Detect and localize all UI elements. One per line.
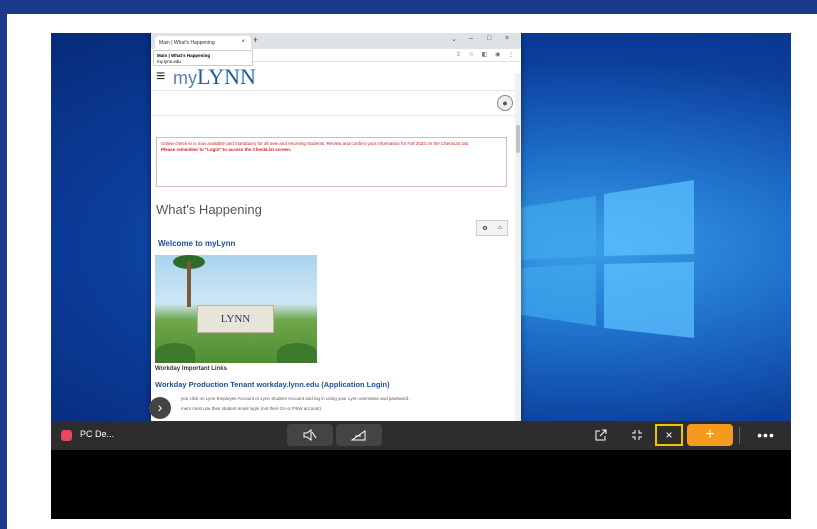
session-color-icon xyxy=(61,430,72,441)
left-accent-bar xyxy=(0,14,7,529)
user-avatar-icon[interactable]: ● xyxy=(497,95,513,111)
site-logo[interactable]: myLYNN xyxy=(173,64,256,90)
brand-my: my xyxy=(173,68,197,88)
session-title[interactable]: PC De... xyxy=(80,429,114,439)
shrink-icon xyxy=(632,430,642,440)
shrub-right xyxy=(277,343,317,363)
more-options-button[interactable]: ••• xyxy=(753,424,779,446)
popout-icon xyxy=(595,429,607,441)
new-tab-icon[interactable]: + xyxy=(253,35,258,45)
page-scrollbar[interactable] xyxy=(515,73,521,421)
exit-fullscreen-button[interactable] xyxy=(625,424,649,446)
settings-icon[interactable]: ⚙ xyxy=(482,225,487,232)
remote-desktop-viewer[interactable]: Main | What's Happening × + ⌄ – □ × Main… xyxy=(51,33,791,519)
workday-text-1: you click on Lynn Employee Account or Ly… xyxy=(181,396,410,401)
scrollbar-thumb[interactable] xyxy=(516,125,520,153)
section-title: What's Happening xyxy=(156,202,262,217)
tab-tooltip: Main | What's Happening my.lynn.edu xyxy=(153,50,253,66)
workday-text-2: mers must use their student email login … xyxy=(181,406,323,411)
user-row: ● xyxy=(151,91,521,116)
portlet-controls: ⚙ ⌂ xyxy=(476,220,508,236)
windows-logo xyxy=(516,180,694,338)
tab-close-icon[interactable]: × xyxy=(241,39,245,45)
session-toolbar: PC De... × + ••• xyxy=(51,421,791,450)
welcome-heading: Welcome to myLynn xyxy=(158,239,236,248)
workday-links-heading: Workday Important Links xyxy=(155,366,227,372)
site-header: ≡ myLYNN xyxy=(151,62,521,91)
shrub-left xyxy=(155,343,195,363)
campus-sign: LYNN xyxy=(197,305,274,333)
volume-icon xyxy=(351,430,366,441)
mute-button[interactable] xyxy=(287,424,333,446)
tab-strip: Main | What's Happening × + ⌄ – □ × xyxy=(151,33,521,49)
add-button[interactable]: + xyxy=(687,424,733,446)
popout-button[interactable] xyxy=(589,424,613,446)
tooltip-url: my.lynn.edu xyxy=(157,59,181,64)
speaker-muted-icon xyxy=(303,429,317,441)
top-accent-bar xyxy=(0,0,817,14)
minimize-icon[interactable]: – xyxy=(469,35,473,42)
brand-name: LYNN xyxy=(197,64,256,89)
workday-production-link[interactable]: Workday Production Tenant workday.lynn.e… xyxy=(155,380,390,389)
checkin-alert: Online check-in is now available and man… xyxy=(156,137,507,187)
campus-photo: LYNN xyxy=(155,255,317,363)
tab-search-icon[interactable]: ⌄ xyxy=(451,35,457,43)
next-arrow-icon[interactable]: › xyxy=(149,397,171,419)
home-icon[interactable]: ⌂ xyxy=(498,225,502,231)
browser-window[interactable]: Main | What's Happening × + ⌄ – □ × Main… xyxy=(151,33,521,421)
toolbar-icons[interactable]: ⇪ ☆ ◧ ◉ ⋮ xyxy=(456,51,517,58)
palm-tree-trunk xyxy=(187,261,191,307)
hamburger-menu-icon[interactable]: ≡ xyxy=(156,68,165,86)
windows-desktop: Main | What's Happening × + ⌄ – □ × Main… xyxy=(51,33,791,421)
toolbar-divider xyxy=(739,427,740,444)
window-close-icon[interactable]: × xyxy=(505,35,509,42)
letterbox-area xyxy=(51,450,791,519)
maximize-icon[interactable]: □ xyxy=(487,35,491,42)
close-session-button[interactable]: × xyxy=(655,424,683,446)
tab-title: Main | What's Happening xyxy=(159,39,215,46)
volume-button[interactable] xyxy=(336,424,382,446)
alert-line-2: Please remember to "Login" to access the… xyxy=(161,147,292,152)
tab-main[interactable]: Main | What's Happening × xyxy=(155,36,251,49)
